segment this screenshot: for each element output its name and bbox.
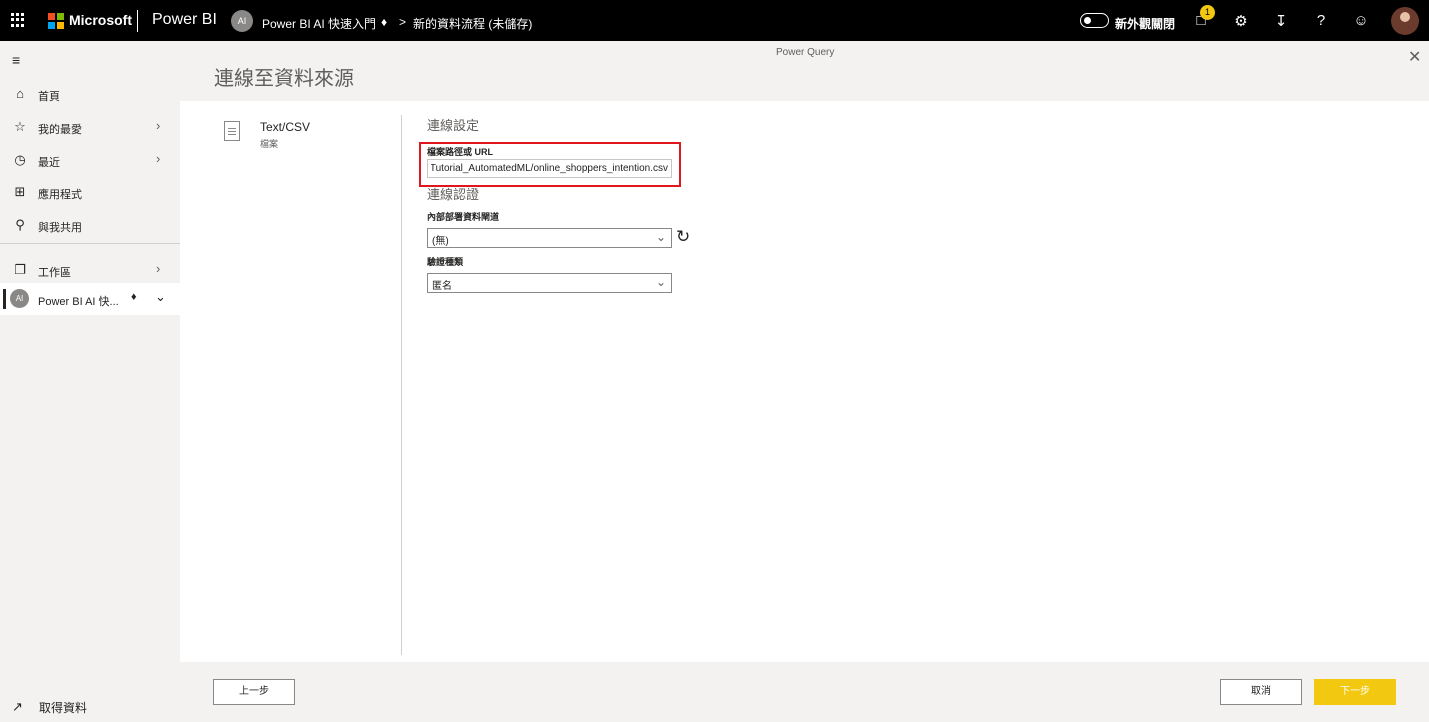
chevron-right-icon[interactable]: › [156, 151, 160, 166]
nav-item-home[interactable]: ⌂ 首頁 [0, 79, 180, 109]
people-icon: ⚲ [15, 217, 25, 232]
get-data-link[interactable]: ↗ 取得資料 [0, 691, 180, 721]
highlight-box [419, 142, 681, 187]
page-title: 連線至資料來源 [214, 68, 354, 90]
credentials-title: 連線認證 [427, 187, 480, 202]
notification-badge[interactable]: 1 [1200, 5, 1215, 20]
workspace-label: Power BI AI 快... [38, 296, 119, 308]
brand-divider [137, 10, 138, 32]
diamond-icon: ♦ [131, 291, 137, 303]
dialog-footer: 上一步 取消 下一步 [180, 662, 1429, 722]
hamburger-icon[interactable]: ≡ [12, 52, 20, 68]
workspace-icon: ❐ [14, 262, 26, 277]
microsoft-logo-icon [48, 13, 64, 29]
nav-item-label: 工作區 [38, 267, 71, 279]
close-icon[interactable]: ✕ [1408, 47, 1421, 67]
chevron-down-icon: ⌄ [655, 230, 666, 244]
refresh-icon[interactable]: ↻ [676, 227, 690, 247]
selected-indicator [3, 289, 6, 309]
star-icon: ☆ [14, 119, 26, 134]
power-query-dialog: Power Query ✕ 連線至資料來源 Text/CSV 檔案 連線設定 檔… [180, 41, 1429, 722]
auth-kind-label: 驗證種類 [427, 257, 464, 267]
app-label: Power Query [776, 47, 835, 58]
back-button[interactable]: 上一步 [213, 679, 295, 705]
auth-kind-value: 匿名 [432, 281, 452, 292]
nav-item-recent[interactable]: ◷ 最近 › [0, 145, 180, 175]
breadcrumb-separator: > [399, 15, 407, 29]
gateway-value: (無) [432, 236, 449, 247]
diamond-icon: ♦ [381, 15, 388, 29]
chevron-down-icon[interactable]: ⌄ [155, 289, 166, 305]
gear-icon[interactable]: ⚙ [1232, 12, 1250, 30]
nav-item-label: 我的最愛 [38, 124, 82, 136]
dialog-header: Power Query ✕ 連線至資料來源 [180, 41, 1429, 101]
breadcrumb-workspace[interactable]: Power BI AI 快速入門 [262, 15, 376, 32]
nav-item-shared[interactable]: ⚲ 與我共用 [0, 210, 180, 240]
nav-divider [0, 243, 180, 244]
auth-kind-select[interactable]: 匿名 ⌄ [427, 273, 672, 293]
workspace-avatar: AI [231, 10, 253, 32]
current-workspace[interactable]: AI Power BI AI 快... ♦ ⌄ [0, 283, 180, 315]
chevron-right-icon[interactable]: › [156, 261, 160, 276]
help-icon[interactable]: ? [1312, 12, 1330, 29]
product-label[interactable]: Power BI [152, 11, 217, 29]
brand-label[interactable]: Microsoft [69, 12, 132, 28]
file-icon [224, 121, 240, 141]
left-nav: ≡ ⌂ 首頁 ☆ 我的最愛 › ◷ 最近 › ⊞ 應用程式 ⚲ 與我共用 ❐ 工… [0, 41, 180, 722]
get-data-label: 取得資料 [39, 701, 88, 715]
user-avatar[interactable] [1391, 7, 1419, 35]
smiley-icon[interactable]: ☺ [1352, 12, 1370, 29]
clock-icon: ◷ [14, 152, 26, 167]
nav-item-label: 首頁 [38, 91, 60, 103]
nav-item-apps[interactable]: ⊞ 應用程式 [0, 177, 180, 207]
cancel-button[interactable]: 取消 [1220, 679, 1302, 705]
breadcrumb-dataflow[interactable]: 新的資料流程 (未儲存) [413, 15, 532, 32]
waffle-icon[interactable] [11, 13, 25, 27]
home-icon: ⌂ [16, 86, 24, 101]
apps-icon: ⊞ [14, 184, 26, 199]
next-button[interactable]: 下一步 [1314, 679, 1396, 705]
nav-item-favorites[interactable]: ☆ 我的最愛 › [0, 112, 180, 142]
vertical-divider [401, 115, 402, 655]
top-bar: Microsoft Power BI AI Power BI AI 快速入門 ♦… [0, 0, 1429, 41]
nav-item-label: 應用程式 [38, 189, 82, 201]
nav-item-workspaces[interactable]: ❐ 工作區 › [0, 255, 180, 285]
nav-item-label: 與我共用 [38, 222, 82, 234]
new-look-toggle[interactable] [1080, 13, 1109, 28]
gateway-label: 內部部署資料閘道 [427, 212, 500, 222]
source-name: Text/CSV [260, 120, 311, 134]
connection-settings-title: 連線設定 [427, 118, 480, 133]
workspace-avatar: AI [10, 289, 29, 308]
arrow-up-right-icon: ↗ [12, 699, 23, 714]
chevron-right-icon[interactable]: › [156, 118, 160, 133]
nav-item-label: 最近 [38, 157, 60, 169]
chevron-down-icon: ⌄ [655, 275, 666, 289]
download-icon[interactable]: ↧ [1272, 12, 1290, 30]
source-type: 檔案 [260, 139, 279, 149]
new-look-label: 新外觀關閉 [1115, 17, 1176, 31]
gateway-select[interactable]: (無) ⌄ [427, 228, 672, 248]
